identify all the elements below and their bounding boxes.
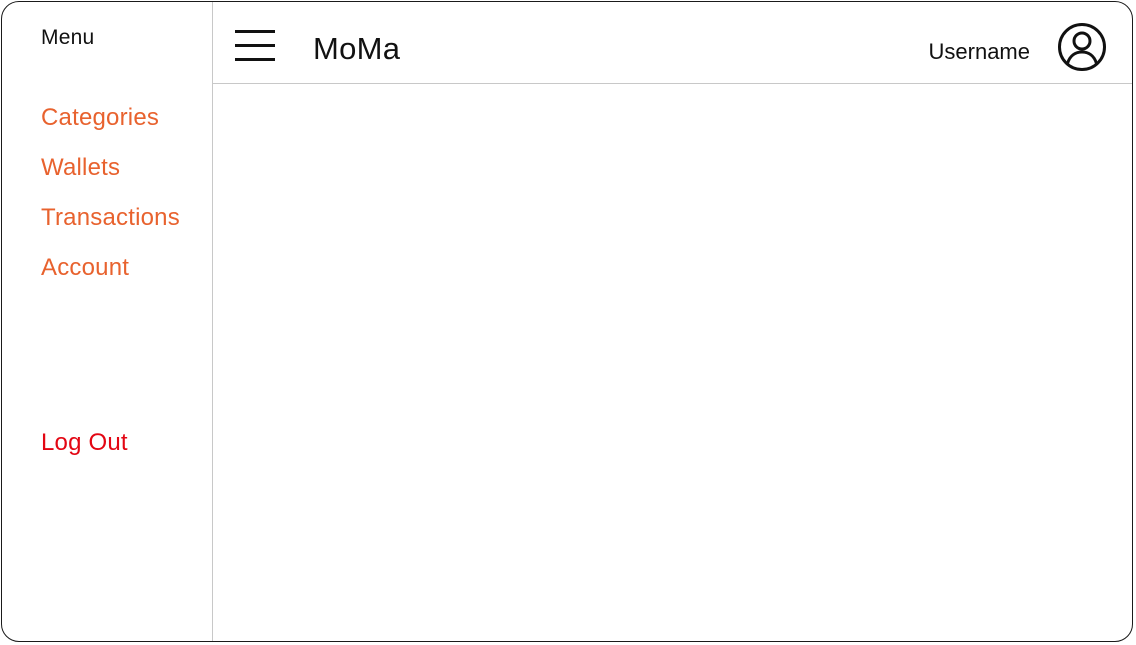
logout-button[interactable]: Log Out xyxy=(41,429,128,457)
user-avatar-svg xyxy=(1058,23,1106,71)
app-window: Menu Categories Wallets Transactions Acc… xyxy=(1,1,1133,642)
main-content-area xyxy=(213,84,1132,641)
user-avatar-icon[interactable] xyxy=(1057,22,1107,72)
sidebar-item-wallets[interactable]: Wallets xyxy=(41,154,120,182)
sidebar-item-account[interactable]: Account xyxy=(41,254,129,282)
hamburger-menu-icon[interactable] xyxy=(235,30,275,64)
top-bar: MoMa Username xyxy=(213,2,1132,84)
username-label: Username xyxy=(928,39,1030,64)
app-title: MoMa xyxy=(313,31,401,66)
sidebar-item-categories[interactable]: Categories xyxy=(41,104,159,132)
sidebar-item-transactions[interactable]: Transactions xyxy=(41,204,180,232)
sidebar-title: Menu xyxy=(41,26,95,49)
hamburger-line xyxy=(235,44,275,47)
sidebar: Menu Categories Wallets Transactions Acc… xyxy=(2,2,213,641)
hamburger-line xyxy=(235,30,275,33)
hamburger-line xyxy=(235,58,275,61)
